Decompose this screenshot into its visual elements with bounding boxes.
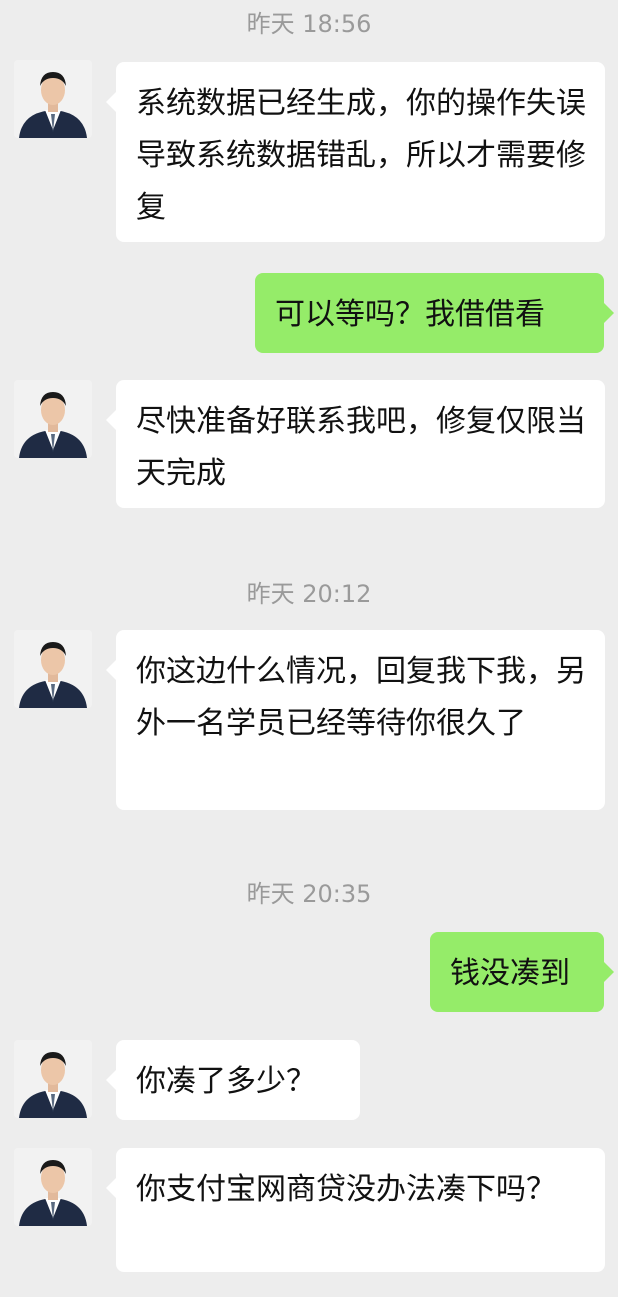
message-bubble-incoming[interactable]: 尽快准备好联系我吧，修复仅限当天完成	[106, 380, 605, 508]
timestamp: 昨天 18:56	[246, 10, 372, 38]
message-bubble-incoming[interactable]: 你支付宝网商贷没办法凑下吗？	[106, 1148, 605, 1272]
person-avatar-icon	[14, 380, 92, 458]
person-avatar-icon	[14, 1148, 92, 1226]
message-bubble-outgoing[interactable]: 可以等吗？我借借看	[255, 273, 614, 353]
message-bubble-incoming[interactable]: 你凑了多少？	[106, 1040, 360, 1120]
message-bubble-incoming[interactable]: 你这边什么情况，回复我下我，另外一名学员已经等待你很久了	[106, 630, 605, 810]
contact-avatar[interactable]	[14, 1148, 92, 1226]
person-avatar-icon	[14, 60, 92, 138]
timestamp: 昨天 20:35	[246, 880, 372, 908]
contact-avatar[interactable]	[14, 60, 92, 138]
message-bubble-incoming[interactable]: 系统数据已经生成，你的操作失误导致系统数据错乱，所以才需要修复	[106, 62, 605, 242]
message-bubble-outgoing[interactable]: 钱没凑到	[430, 932, 614, 1012]
person-avatar-icon	[14, 1040, 92, 1118]
contact-avatar[interactable]	[14, 1040, 92, 1118]
timestamp: 昨天 20:12	[246, 580, 372, 608]
contact-avatar[interactable]	[14, 630, 92, 708]
person-avatar-icon	[14, 630, 92, 708]
contact-avatar[interactable]	[14, 380, 92, 458]
